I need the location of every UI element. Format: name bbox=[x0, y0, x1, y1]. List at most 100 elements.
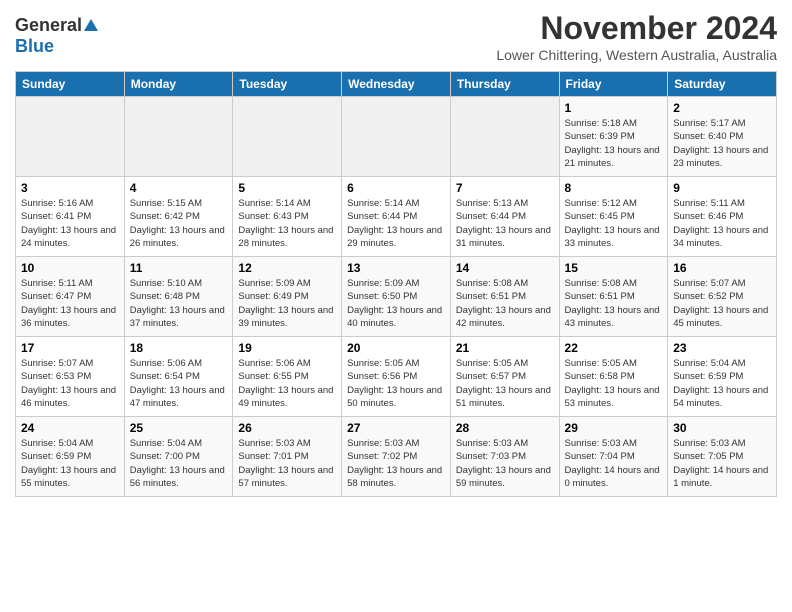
day-number: 27 bbox=[347, 421, 445, 435]
calendar-cell: 28Sunrise: 5:03 AM Sunset: 7:03 PM Dayli… bbox=[450, 417, 559, 497]
calendar-cell: 25 Sunrise: 5:04 AM Sunset: 7:00 PM Dayli… bbox=[124, 417, 233, 497]
calendar-cell: 5 Sunrise: 5:14 AM Sunset: 6:43 PM Daylig… bbox=[233, 177, 342, 257]
day-of-week-header: Tuesday bbox=[233, 72, 342, 97]
calendar-cell: 2 Sunrise: 5:17 AM Sunset: 6:40 PM Daylig… bbox=[668, 97, 777, 177]
calendar-cell: 24 Sunrise: 5:04 AM Sunset: 6:59 PM Dayli… bbox=[16, 417, 125, 497]
day-info: Sunrise: 5:16 AM Sunset: 6:41 PM Dayligh… bbox=[21, 197, 119, 250]
calendar-cell bbox=[342, 97, 451, 177]
day-info: Sunrise: 5:10 AM Sunset: 6:48 PM Dayligh… bbox=[130, 277, 228, 330]
calendar-cell: 29Sunrise: 5:03 AM Sunset: 7:04 PM Dayli… bbox=[559, 417, 668, 497]
day-number: 11 bbox=[130, 261, 228, 275]
day-info: Sunrise: 5:07 AM Sunset: 6:53 PM Dayligh… bbox=[21, 357, 119, 410]
day-info: Sunrise: 5:03 AM Sunset: 7:02 PM Dayligh… bbox=[347, 437, 445, 490]
day-number: 1 bbox=[565, 101, 663, 115]
calendar-week-row: 24 Sunrise: 5:04 AM Sunset: 6:59 PM Dayli… bbox=[16, 417, 777, 497]
day-info: Sunrise: 5:08 AM Sunset: 6:51 PM Dayligh… bbox=[565, 277, 663, 330]
day-number: 5 bbox=[238, 181, 336, 195]
day-number: 2 bbox=[673, 101, 771, 115]
day-number: 9 bbox=[673, 181, 771, 195]
day-number: 18 bbox=[130, 341, 228, 355]
logo-icon bbox=[82, 17, 100, 35]
calendar-cell: 1 Sunrise: 5:18 AM Sunset: 6:39 PM Daylig… bbox=[559, 97, 668, 177]
day-number: 6 bbox=[347, 181, 445, 195]
calendar-cell: 22Sunrise: 5:05 AM Sunset: 6:58 PM Dayli… bbox=[559, 337, 668, 417]
day-number: 20 bbox=[347, 341, 445, 355]
day-number: 28 bbox=[456, 421, 554, 435]
calendar-cell: 12 Sunrise: 5:09 AM Sunset: 6:49 PM Dayli… bbox=[233, 257, 342, 337]
day-info: Sunrise: 5:14 AM Sunset: 6:43 PM Dayligh… bbox=[238, 197, 336, 250]
calendar-cell: 16 Sunrise: 5:07 AM Sunset: 6:52 PM Dayli… bbox=[668, 257, 777, 337]
logo: General Blue bbox=[15, 10, 100, 57]
calendar-cell: 19Sunrise: 5:06 AM Sunset: 6:55 PM Dayli… bbox=[233, 337, 342, 417]
day-of-week-header: Monday bbox=[124, 72, 233, 97]
day-info: Sunrise: 5:08 AM Sunset: 6:51 PM Dayligh… bbox=[456, 277, 554, 330]
calendar-cell bbox=[124, 97, 233, 177]
day-number: 21 bbox=[456, 341, 554, 355]
day-of-week-header: Saturday bbox=[668, 72, 777, 97]
calendar-cell: 10Sunrise: 5:11 AM Sunset: 6:47 PM Dayli… bbox=[16, 257, 125, 337]
calendar-cell: 4 Sunrise: 5:15 AM Sunset: 6:42 PM Daylig… bbox=[124, 177, 233, 257]
day-info: Sunrise: 5:12 AM Sunset: 6:45 PM Dayligh… bbox=[565, 197, 663, 250]
page-header: General Blue November 2024 Lower Chitter… bbox=[15, 10, 777, 63]
calendar-header-row: SundayMondayTuesdayWednesdayThursdayFrid… bbox=[16, 72, 777, 97]
day-of-week-header: Friday bbox=[559, 72, 668, 97]
location-subtitle: Lower Chittering, Western Australia, Aus… bbox=[496, 47, 777, 63]
day-number: 17 bbox=[21, 341, 119, 355]
day-info: Sunrise: 5:11 AM Sunset: 6:46 PM Dayligh… bbox=[673, 197, 771, 250]
day-number: 10 bbox=[21, 261, 119, 275]
calendar-cell: 17 Sunrise: 5:07 AM Sunset: 6:53 PM Dayli… bbox=[16, 337, 125, 417]
day-number: 13 bbox=[347, 261, 445, 275]
day-info: Sunrise: 5:17 AM Sunset: 6:40 PM Dayligh… bbox=[673, 117, 771, 170]
calendar-cell: 27 Sunrise: 5:03 AM Sunset: 7:02 PM Dayli… bbox=[342, 417, 451, 497]
day-number: 30 bbox=[673, 421, 771, 435]
calendar-cell: 23 Sunrise: 5:04 AM Sunset: 6:59 PM Dayli… bbox=[668, 337, 777, 417]
day-info: Sunrise: 5:15 AM Sunset: 6:42 PM Dayligh… bbox=[130, 197, 228, 250]
calendar-cell: 13Sunrise: 5:09 AM Sunset: 6:50 PM Dayli… bbox=[342, 257, 451, 337]
day-number: 15 bbox=[565, 261, 663, 275]
day-number: 23 bbox=[673, 341, 771, 355]
day-info: Sunrise: 5:09 AM Sunset: 6:49 PM Dayligh… bbox=[238, 277, 336, 330]
calendar-week-row: 10Sunrise: 5:11 AM Sunset: 6:47 PM Dayli… bbox=[16, 257, 777, 337]
logo-general: General bbox=[15, 15, 82, 36]
calendar-week-row: 17 Sunrise: 5:07 AM Sunset: 6:53 PM Dayli… bbox=[16, 337, 777, 417]
calendar-cell bbox=[16, 97, 125, 177]
day-of-week-header: Thursday bbox=[450, 72, 559, 97]
day-number: 3 bbox=[21, 181, 119, 195]
calendar-cell: 26 Sunrise: 5:03 AM Sunset: 7:01 PM Dayli… bbox=[233, 417, 342, 497]
day-number: 26 bbox=[238, 421, 336, 435]
day-info: Sunrise: 5:04 AM Sunset: 7:00 PM Dayligh… bbox=[130, 437, 228, 490]
day-info: Sunrise: 5:03 AM Sunset: 7:05 PM Dayligh… bbox=[673, 437, 771, 490]
day-info: Sunrise: 5:05 AM Sunset: 6:56 PM Dayligh… bbox=[347, 357, 445, 410]
month-year-title: November 2024 bbox=[496, 10, 777, 47]
calendar-cell: 6Sunrise: 5:14 AM Sunset: 6:44 PM Daylig… bbox=[342, 177, 451, 257]
calendar-cell: 15 Sunrise: 5:08 AM Sunset: 6:51 PM Dayli… bbox=[559, 257, 668, 337]
calendar-cell: 8 Sunrise: 5:12 AM Sunset: 6:45 PM Daylig… bbox=[559, 177, 668, 257]
day-number: 8 bbox=[565, 181, 663, 195]
day-info: Sunrise: 5:18 AM Sunset: 6:39 PM Dayligh… bbox=[565, 117, 663, 170]
calendar-table: SundayMondayTuesdayWednesdayThursdayFrid… bbox=[15, 71, 777, 497]
calendar-cell bbox=[233, 97, 342, 177]
day-number: 14 bbox=[456, 261, 554, 275]
day-number: 12 bbox=[238, 261, 336, 275]
day-of-week-header: Sunday bbox=[16, 72, 125, 97]
calendar-cell: 9 Sunrise: 5:11 AM Sunset: 6:46 PM Daylig… bbox=[668, 177, 777, 257]
calendar-cell: 20 Sunrise: 5:05 AM Sunset: 6:56 PM Dayli… bbox=[342, 337, 451, 417]
calendar-cell bbox=[450, 97, 559, 177]
logo-blue: Blue bbox=[15, 36, 54, 57]
calendar-cell: 3 Sunrise: 5:16 AM Sunset: 6:41 PM Daylig… bbox=[16, 177, 125, 257]
day-number: 16 bbox=[673, 261, 771, 275]
day-number: 4 bbox=[130, 181, 228, 195]
day-info: Sunrise: 5:04 AM Sunset: 6:59 PM Dayligh… bbox=[673, 357, 771, 410]
day-number: 24 bbox=[21, 421, 119, 435]
calendar-week-row: 1 Sunrise: 5:18 AM Sunset: 6:39 PM Daylig… bbox=[16, 97, 777, 177]
day-number: 25 bbox=[130, 421, 228, 435]
day-info: Sunrise: 5:04 AM Sunset: 6:59 PM Dayligh… bbox=[21, 437, 119, 490]
day-info: Sunrise: 5:03 AM Sunset: 7:04 PM Dayligh… bbox=[565, 437, 663, 490]
day-info: Sunrise: 5:06 AM Sunset: 6:54 PM Dayligh… bbox=[130, 357, 228, 410]
title-section: November 2024 Lower Chittering, Western … bbox=[496, 10, 777, 63]
day-info: Sunrise: 5:07 AM Sunset: 6:52 PM Dayligh… bbox=[673, 277, 771, 330]
day-info: Sunrise: 5:06 AM Sunset: 6:55 PM Dayligh… bbox=[238, 357, 336, 410]
day-of-week-header: Wednesday bbox=[342, 72, 451, 97]
calendar-cell: 30 Sunrise: 5:03 AM Sunset: 7:05 PM Dayli… bbox=[668, 417, 777, 497]
day-info: Sunrise: 5:03 AM Sunset: 7:01 PM Dayligh… bbox=[238, 437, 336, 490]
